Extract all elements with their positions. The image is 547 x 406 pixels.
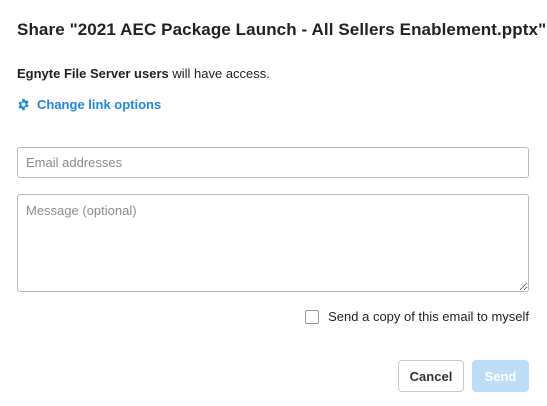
access-suffix: will have access. (168, 66, 270, 81)
cancel-button[interactable]: Cancel (398, 360, 464, 392)
send-copy-option: Send a copy of this email to myself (305, 309, 529, 324)
message-textarea[interactable] (17, 194, 529, 292)
share-dialog: Share "2021 AEC Package Launch - All Sel… (0, 0, 547, 406)
send-copy-label[interactable]: Send a copy of this email to myself (328, 309, 529, 324)
send-button[interactable]: Send (472, 360, 529, 392)
send-copy-checkbox[interactable] (305, 309, 320, 324)
email-addresses-input[interactable] (17, 147, 529, 178)
access-description: Egnyte File Server users will have acces… (17, 66, 270, 81)
access-group-name: Egnyte File Server users (17, 66, 169, 81)
change-link-options-label: Change link options (37, 97, 162, 112)
gear-icon (17, 98, 30, 111)
dialog-title: Share "2021 AEC Package Launch - All Sel… (17, 20, 547, 39)
change-link-options-link[interactable]: Change link options (17, 97, 161, 112)
